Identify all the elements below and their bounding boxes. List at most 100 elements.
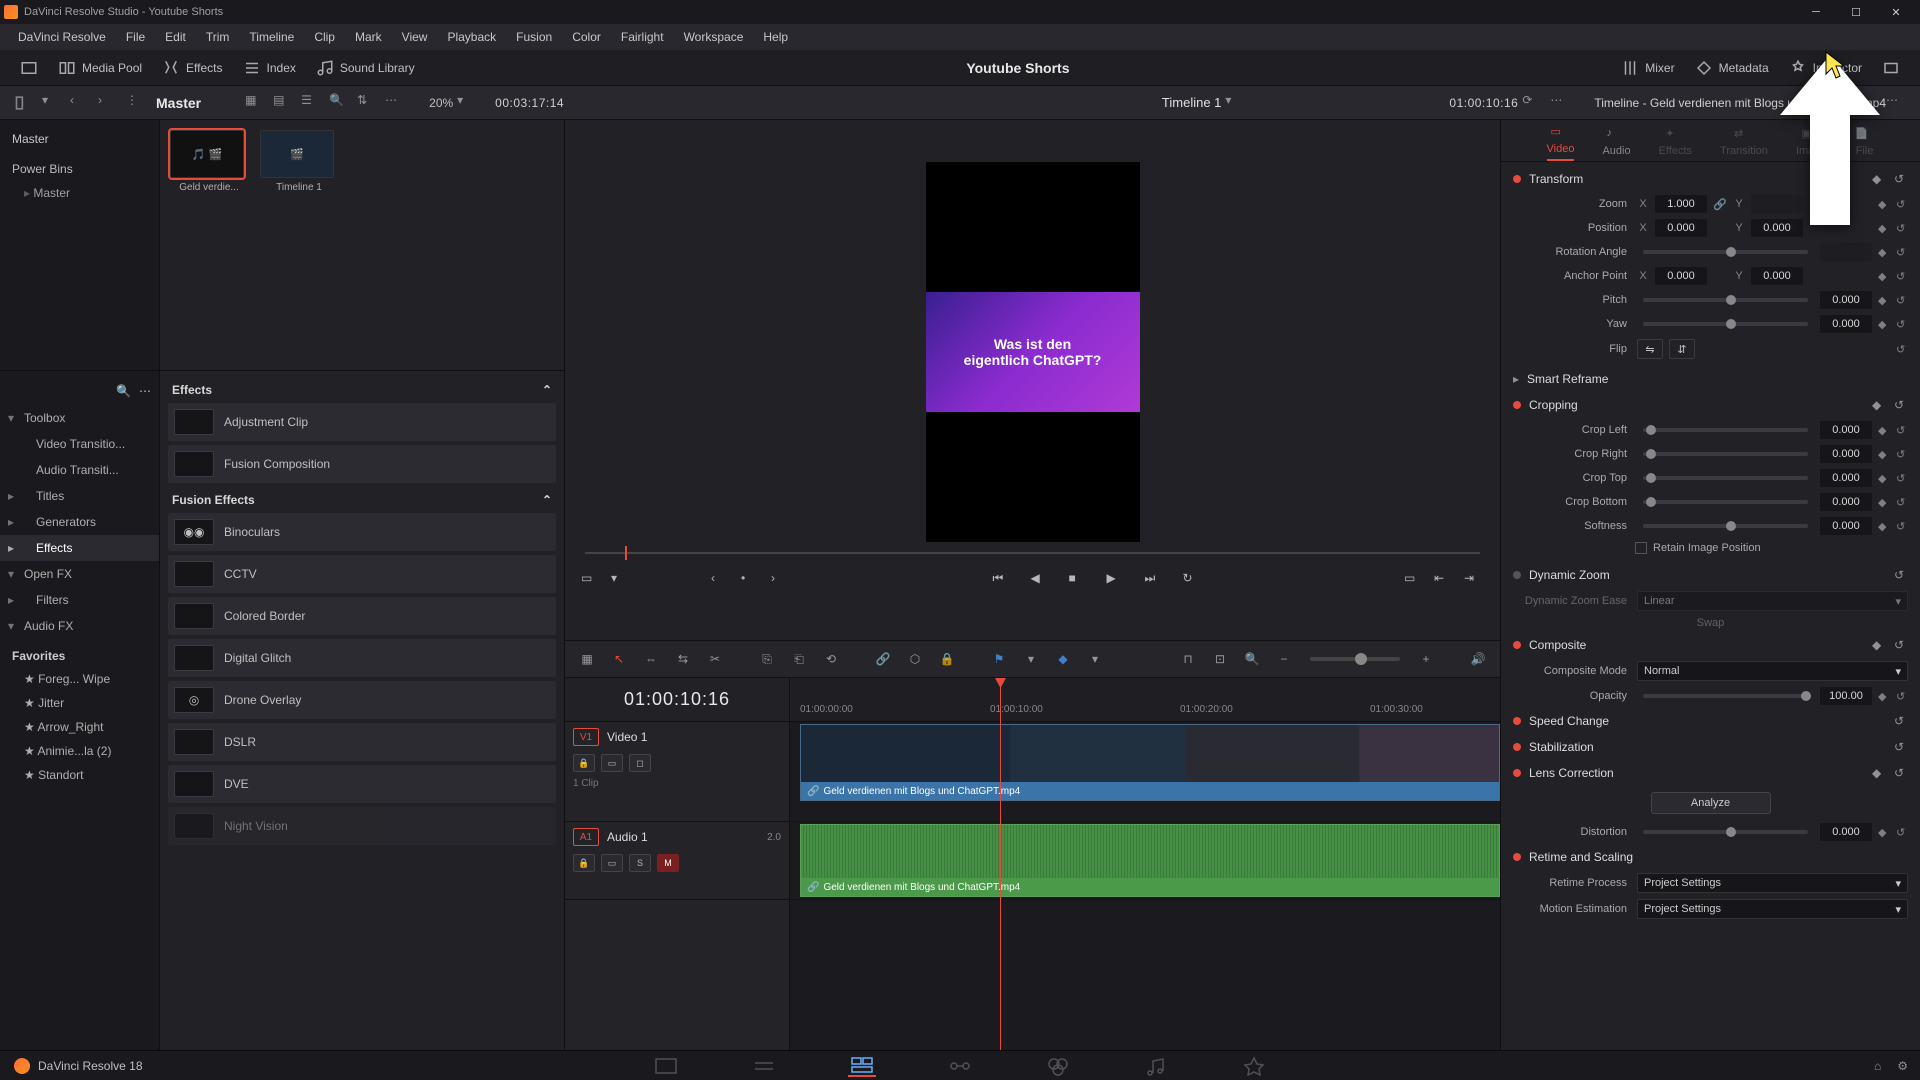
- opacity-input[interactable]: 100.00: [1820, 687, 1872, 705]
- keyframe-icon[interactable]: ◆: [1878, 294, 1890, 306]
- fav-item[interactable]: ★ Jitter: [0, 691, 159, 715]
- menu-file[interactable]: File: [116, 26, 155, 48]
- page-media[interactable]: [652, 1055, 680, 1077]
- filter-icon[interactable]: ⋯: [385, 93, 405, 113]
- reset-icon[interactable]: ↺: [1896, 318, 1908, 330]
- inspector-button[interactable]: Inspector: [1779, 55, 1872, 81]
- fx-group-fusion[interactable]: Fusion Effects⌃: [168, 487, 556, 513]
- speed-change-header[interactable]: Speed Change↺: [1511, 708, 1910, 734]
- trim-tool[interactable]: ⇔: [639, 647, 663, 671]
- keyframe-icon[interactable]: ◆: [1878, 198, 1890, 210]
- cat-toolbox[interactable]: ▾Toolbox: [0, 405, 159, 431]
- search-icon[interactable]: 🔍: [116, 384, 131, 398]
- pitch-input[interactable]: 0.000: [1820, 291, 1872, 309]
- menu-trim[interactable]: Trim: [196, 26, 240, 48]
- fav-item[interactable]: ★ Foreg... Wipe: [0, 667, 159, 691]
- fx-item[interactable]: DSLR: [168, 723, 556, 761]
- fx-item[interactable]: Fusion Composition: [168, 445, 556, 483]
- reset-icon[interactable]: ↺: [1896, 246, 1908, 258]
- menu-workspace[interactable]: Workspace: [674, 26, 754, 48]
- softness-slider[interactable]: [1643, 524, 1808, 528]
- distortion-input[interactable]: 0.000: [1820, 823, 1872, 841]
- pitch-slider[interactable]: [1643, 298, 1808, 302]
- stabilization-header[interactable]: Stabilization↺: [1511, 734, 1910, 760]
- sort-icon[interactable]: ⇅: [357, 93, 377, 113]
- tab-transition[interactable]: ⇄Transition: [1720, 127, 1768, 161]
- viewer-zoom[interactable]: 20%: [429, 96, 453, 110]
- viewer-mode-icon[interactable]: ▭: [1404, 571, 1424, 591]
- viewer-scrubber[interactable]: [565, 542, 1500, 564]
- go-in-icon[interactable]: ⇤: [1434, 571, 1454, 591]
- insert-clip-icon[interactable]: ⎘: [755, 647, 779, 671]
- menu-clip[interactable]: Clip: [304, 26, 345, 48]
- sync-icon[interactable]: ⟳: [1522, 93, 1542, 113]
- mute-button[interactable]: M: [657, 854, 679, 872]
- retime-header[interactable]: Retime and Scaling: [1511, 844, 1910, 870]
- snap-icon[interactable]: ⊓: [1176, 647, 1200, 671]
- reset-icon[interactable]: ↺: [1896, 198, 1908, 210]
- fx-item[interactable]: Adjustment Clip: [168, 403, 556, 441]
- chevron-down-icon[interactable]: ▾: [1083, 647, 1107, 671]
- menu-timeline[interactable]: Timeline: [239, 26, 304, 48]
- keyframe-icon[interactable]: ◆: [1872, 172, 1886, 186]
- link-icon[interactable]: 🔗: [871, 647, 895, 671]
- page-deliver[interactable]: [1240, 1055, 1268, 1077]
- pos-x-input[interactable]: 0.000: [1655, 219, 1707, 237]
- reset-icon[interactable]: ↺: [1894, 740, 1908, 754]
- dynamic-zoom-header[interactable]: Dynamic Zoom↺: [1511, 562, 1910, 588]
- rotation-slider[interactable]: [1643, 250, 1808, 254]
- audio-track[interactable]: 🔗Geld verdienen mit Blogs und ChatGPT.mp…: [790, 822, 1500, 900]
- reset-icon[interactable]: ↺: [1896, 222, 1908, 234]
- reset-icon[interactable]: ↺: [1894, 766, 1908, 780]
- solo-button[interactable]: S: [629, 854, 651, 872]
- keyframe-icon[interactable]: ◆: [1872, 638, 1886, 652]
- more-icon[interactable]: ⋯: [139, 384, 151, 398]
- bin-view-icon[interactable]: [14, 93, 34, 113]
- reset-icon[interactable]: ↺: [1894, 172, 1908, 186]
- index-button[interactable]: Index: [233, 55, 306, 81]
- close-button[interactable]: ✕: [1876, 0, 1916, 24]
- single-viewer-button[interactable]: [1872, 55, 1910, 81]
- fx-item[interactable]: DVE: [168, 765, 556, 803]
- reset-icon[interactable]: ↺: [1896, 343, 1908, 355]
- clip-item[interactable]: 🎬 Timeline 1: [260, 130, 338, 193]
- selection-tool[interactable]: ↖: [607, 647, 631, 671]
- opacity-slider[interactable]: [1643, 694, 1808, 698]
- anchor-x-input[interactable]: 0.000: [1655, 267, 1707, 285]
- view-list-icon[interactable]: ☰: [301, 93, 321, 113]
- mute-icon[interactable]: 🔊: [1466, 647, 1490, 671]
- stop-button[interactable]: ■: [1069, 571, 1089, 591]
- reset-icon[interactable]: ↺: [1894, 568, 1908, 582]
- timeline-ruler[interactable]: 01:00:00:00 01:00:10:00 01:00:20:00 01:0…: [790, 678, 1500, 722]
- analyze-button[interactable]: Analyze: [1651, 792, 1771, 814]
- page-cut[interactable]: [750, 1055, 778, 1077]
- reset-icon[interactable]: ↺: [1896, 448, 1908, 460]
- flip-h-button[interactable]: ⇋: [1637, 339, 1663, 359]
- fx-item[interactable]: ◉◉Binoculars: [168, 513, 556, 551]
- reset-icon[interactable]: ↺: [1896, 294, 1908, 306]
- reset-icon[interactable]: ↺: [1896, 424, 1908, 436]
- home-icon[interactable]: ⌂: [1874, 1059, 1881, 1073]
- cat-filters[interactable]: ▸Filters: [0, 587, 159, 613]
- keyframe-icon[interactable]: ◆: [1878, 318, 1890, 330]
- play-reverse-button[interactable]: ◀: [1031, 571, 1051, 591]
- cat-titles[interactable]: ▸Titles: [0, 483, 159, 509]
- menu-playback[interactable]: Playback: [437, 26, 506, 48]
- lock-icon[interactable]: 🔒: [935, 647, 959, 671]
- fx-item[interactable]: CCTV: [168, 555, 556, 593]
- page-fusion[interactable]: [946, 1055, 974, 1077]
- power-bins-header[interactable]: Power Bins: [0, 152, 159, 180]
- dynamic-trim-tool[interactable]: ⇆: [671, 647, 695, 671]
- reset-icon[interactable]: ↺: [1896, 690, 1908, 702]
- crop-top-slider[interactable]: [1643, 476, 1808, 480]
- lock-track-icon[interactable]: 🔒: [573, 854, 595, 872]
- lock-track-icon[interactable]: 🔒: [573, 754, 595, 772]
- pos-y-input[interactable]: 0.000: [1751, 219, 1803, 237]
- zoom-to-fit-icon[interactable]: ⊡: [1208, 647, 1232, 671]
- collapse-icon[interactable]: ⌃: [542, 493, 552, 507]
- menu-edit[interactable]: Edit: [155, 26, 196, 48]
- play-button[interactable]: ▶: [1107, 571, 1127, 591]
- page-edit[interactable]: [848, 1055, 876, 1077]
- reset-icon[interactable]: ↺: [1894, 714, 1908, 728]
- playhead[interactable]: [1000, 678, 1001, 1050]
